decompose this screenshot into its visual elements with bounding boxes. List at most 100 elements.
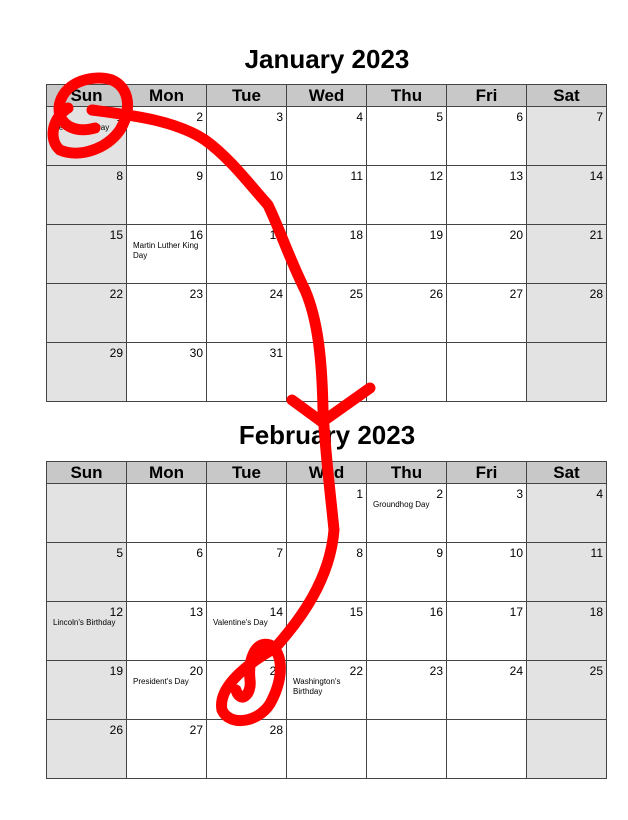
week-row: 29 30 31 — [46, 342, 607, 402]
day-cell[interactable]: 23 — [126, 283, 207, 343]
day-cell[interactable]: 2 Groundhog Day — [366, 483, 447, 543]
day-cell[interactable] — [526, 719, 607, 779]
day-cell[interactable]: 16 — [366, 601, 447, 661]
day-cell[interactable]: 11 — [526, 542, 607, 602]
day-number: 3 — [276, 110, 283, 124]
day-cell[interactable]: 1 New Year's Day — [46, 106, 127, 166]
day-cell[interactable]: 3 — [446, 483, 527, 543]
weekday-header: Fri — [446, 84, 527, 107]
day-cell[interactable]: 30 — [126, 342, 207, 402]
day-cell[interactable] — [46, 483, 127, 543]
day-cell[interactable]: 15 — [286, 601, 367, 661]
day-cell[interactable]: 2 — [126, 106, 207, 166]
day-cell[interactable]: 19 — [46, 660, 127, 720]
day-number: 24 — [509, 664, 523, 678]
day-cell[interactable] — [446, 342, 527, 402]
holiday-label: Valentine's Day — [213, 618, 268, 627]
week-row: 1 New Year's Day 2 3 4 5 6 7 — [46, 106, 607, 166]
day-cell[interactable]: 10 — [206, 165, 287, 225]
week-row: 1 2 Groundhog Day 3 4 — [46, 483, 607, 543]
day-number: 6 — [516, 110, 523, 124]
day-cell[interactable]: 1 — [286, 483, 367, 543]
day-number: 9 — [196, 169, 203, 183]
day-cell[interactable]: 5 — [366, 106, 447, 166]
day-cell[interactable]: 20 President's Day — [126, 660, 207, 720]
day-cell[interactable]: 28 — [206, 719, 287, 779]
day-cell[interactable]: 28 — [526, 283, 607, 343]
day-cell[interactable]: 19 — [366, 224, 447, 284]
day-number: 13 — [189, 605, 203, 619]
day-cell[interactable]: 29 — [46, 342, 127, 402]
day-cell[interactable]: 18 — [286, 224, 367, 284]
day-cell[interactable]: 8 — [46, 165, 127, 225]
week-row: 12 Lincoln's Birthday 13 14 Valentine's Day 1… — [46, 601, 607, 661]
day-number: 10 — [509, 546, 523, 560]
day-cell[interactable]: 26 — [366, 283, 447, 343]
day-cell[interactable] — [126, 483, 207, 543]
day-number: 5 — [436, 110, 443, 124]
day-cell[interactable]: 26 — [46, 719, 127, 779]
day-cell[interactable]: 20 — [446, 224, 527, 284]
day-number: 6 — [196, 546, 203, 560]
week-row: 26 27 28 — [46, 719, 607, 779]
day-cell[interactable]: 7 — [526, 106, 607, 166]
day-cell[interactable]: 27 — [446, 283, 527, 343]
day-cell[interactable]: 17 — [206, 224, 287, 284]
day-number: 25 — [589, 664, 603, 678]
day-cell[interactable]: 17 — [446, 601, 527, 661]
day-cell[interactable]: 10 — [446, 542, 527, 602]
day-cell[interactable]: 27 — [126, 719, 207, 779]
day-cell[interactable]: 24 — [446, 660, 527, 720]
day-cell[interactable]: 22 Washington's Birthday — [286, 660, 367, 720]
day-cell[interactable]: 9 — [126, 165, 207, 225]
day-cell[interactable]: 18 — [526, 601, 607, 661]
day-number: 27 — [189, 723, 203, 737]
day-cell[interactable] — [206, 483, 287, 543]
day-number: 19 — [429, 228, 443, 242]
day-cell[interactable]: 12 — [366, 165, 447, 225]
day-cell[interactable]: 13 — [126, 601, 207, 661]
day-cell[interactable]: 8 — [286, 542, 367, 602]
day-number: 20 — [189, 664, 203, 678]
day-cell[interactable]: 4 — [526, 483, 607, 543]
day-cell[interactable]: 25 — [286, 283, 367, 343]
day-cell[interactable] — [446, 719, 527, 779]
day-cell[interactable] — [526, 342, 607, 402]
day-number: 10 — [269, 169, 283, 183]
day-cell[interactable]: 3 — [206, 106, 287, 166]
day-cell[interactable]: 31 — [206, 342, 287, 402]
day-cell[interactable]: 25 — [526, 660, 607, 720]
day-cell[interactable]: 14 Valentine's Day — [206, 601, 287, 661]
day-cell[interactable]: 16 Martin Luther King Day — [126, 224, 207, 284]
day-cell[interactable] — [366, 342, 447, 402]
day-number: 23 — [429, 664, 443, 678]
day-cell[interactable] — [286, 719, 367, 779]
week-row: 19 20 President's Day 21 22 Washington's Birt… — [46, 660, 607, 720]
day-cell[interactable]: 6 — [126, 542, 207, 602]
day-cell[interactable]: 4 — [286, 106, 367, 166]
weekday-header: Wed — [286, 461, 367, 484]
day-number: 1 — [356, 487, 363, 501]
day-cell[interactable]: 23 — [366, 660, 447, 720]
day-number: 2 — [436, 487, 443, 501]
day-number: 16 — [189, 228, 203, 242]
day-cell[interactable]: 14 — [526, 165, 607, 225]
day-number: 15 — [109, 228, 123, 242]
day-cell[interactable]: 15 — [46, 224, 127, 284]
day-cell[interactable]: 11 — [286, 165, 367, 225]
day-number: 22 — [109, 287, 123, 301]
day-cell[interactable]: 22 — [46, 283, 127, 343]
day-cell[interactable] — [286, 342, 367, 402]
day-cell[interactable]: 7 — [206, 542, 287, 602]
day-cell[interactable]: 13 — [446, 165, 527, 225]
day-cell[interactable]: 21 — [526, 224, 607, 284]
day-cell[interactable]: 9 — [366, 542, 447, 602]
day-cell[interactable]: 6 — [446, 106, 527, 166]
holiday-label: Martin Luther King Day — [133, 241, 199, 260]
day-cell[interactable]: 21 — [206, 660, 287, 720]
day-cell[interactable]: 12 Lincoln's Birthday — [46, 601, 127, 661]
day-cell[interactable]: 5 — [46, 542, 127, 602]
day-cell[interactable] — [366, 719, 447, 779]
day-cell[interactable]: 24 — [206, 283, 287, 343]
day-number: 26 — [429, 287, 443, 301]
